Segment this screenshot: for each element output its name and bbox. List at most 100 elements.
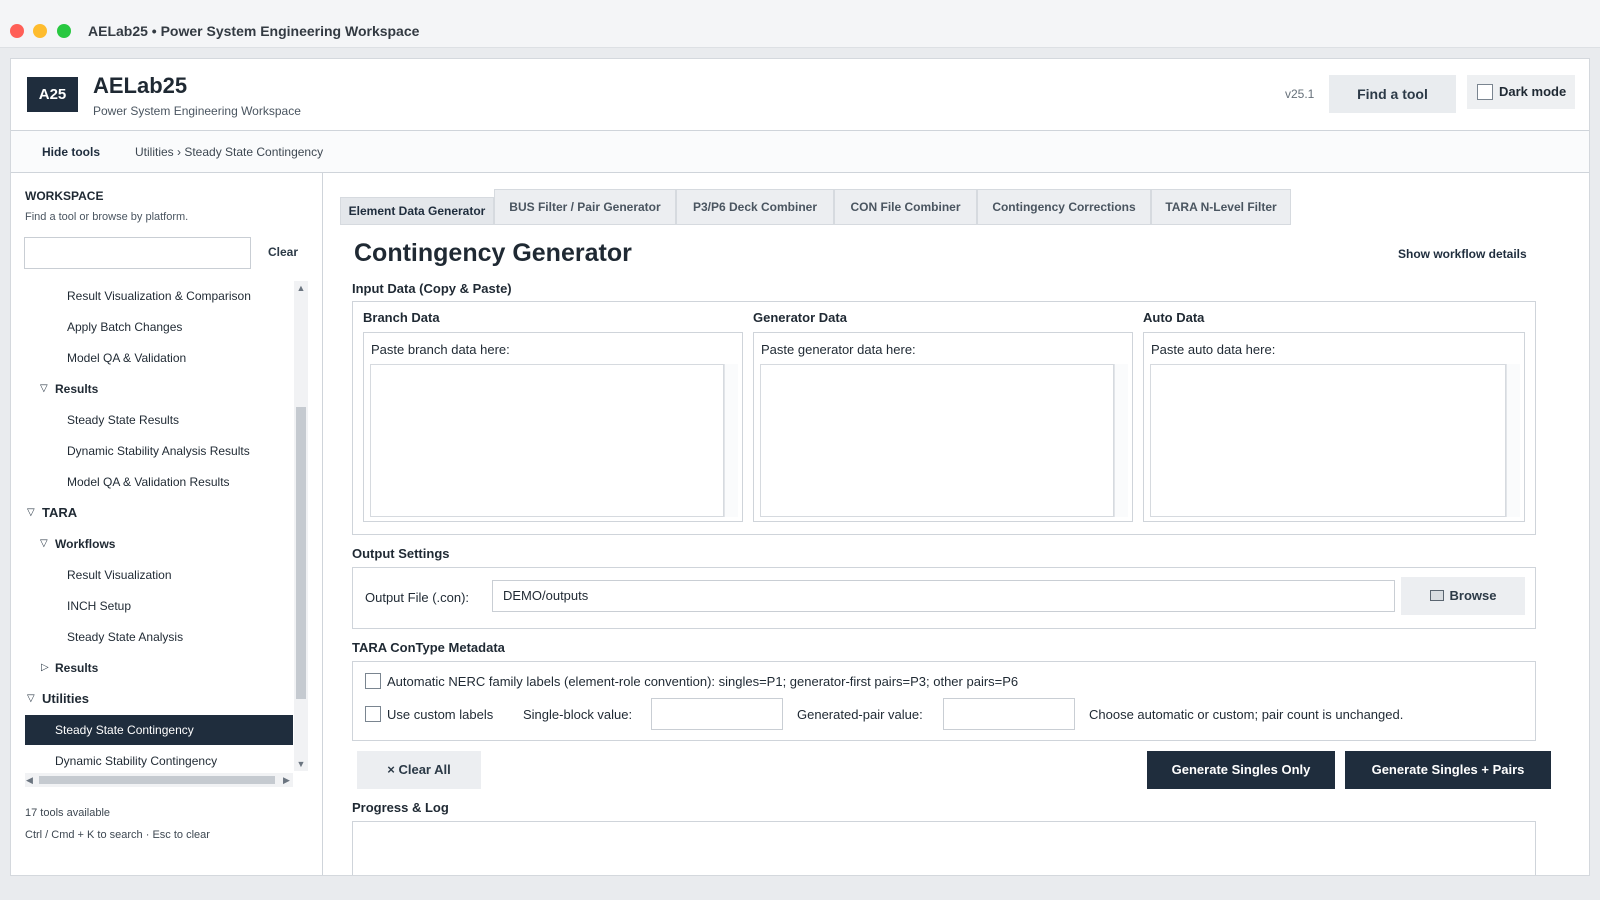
single-block-label: Single-block value: — [523, 707, 633, 722]
generator-data-textarea[interactable] — [760, 364, 1114, 517]
window-titlebar: AELab25 • Power System Engineering Works… — [0, 0, 1600, 48]
progress-log-panel — [352, 821, 1536, 875]
branch-data-textarea[interactable] — [370, 364, 724, 517]
branch-data-box: Paste branch data here: — [363, 332, 743, 522]
sidebar-item-model-qa-validation[interactable]: Model QA & Validation — [25, 343, 293, 373]
sidebar-item-steady-state-results[interactable]: Steady State Results — [25, 405, 293, 435]
tab-con-file-combiner[interactable]: CON File Combiner — [834, 189, 977, 225]
breadcrumb: Utilities › Steady State Contingency — [135, 145, 324, 159]
scroll-right-icon[interactable]: ▶ — [283, 775, 290, 786]
sidebar-item-dynamic-stability-results[interactable]: Dynamic Stability Analysis Results — [25, 436, 293, 466]
dark-mode-label: Dark mode — [1499, 84, 1567, 99]
dark-mode-checkbox[interactable] — [1477, 84, 1493, 100]
app-header: A25 AELab25 Power System Engineering Wor… — [11, 59, 1589, 131]
clear-all-button[interactable]: × Clear All — [357, 751, 481, 789]
maximize-window-button[interactable] — [57, 24, 71, 38]
auto-data-box: Paste auto data here: — [1143, 332, 1525, 522]
browse-button[interactable]: Browse — [1401, 577, 1525, 615]
sidebar-platform-utilities[interactable]: ▽ Utilities — [25, 684, 293, 714]
progress-log-section-label: Progress & Log — [352, 800, 449, 815]
generator-data-box: Paste generator data here: — [753, 332, 1133, 522]
auto-data-scrollbar[interactable] — [1506, 364, 1520, 517]
dark-mode-toggle[interactable]: Dark mode — [1467, 75, 1575, 109]
tool-search-input[interactable] — [24, 237, 251, 269]
chevron-down-icon: ▽ — [27, 693, 35, 704]
sidebar-group-label: Workflows — [55, 537, 116, 551]
sidebar-item-inch-setup[interactable]: INCH Setup — [25, 591, 293, 621]
branch-data-column: Branch Data Paste branch data here: — [363, 302, 743, 528]
minimize-window-button[interactable] — [33, 24, 47, 38]
generator-data-title: Generator Data — [753, 310, 847, 325]
label-mode-hint: Choose automatic or custom; pair count i… — [1089, 707, 1404, 722]
sidebar-item-result-visualization-comparison[interactable]: Result Visualization & Comparison — [25, 281, 293, 311]
app-logo: A25 — [27, 77, 78, 112]
sidebar-item-result-visualization[interactable]: Result Visualization — [25, 560, 293, 590]
app-window: A25 AELab25 Power System Engineering Wor… — [10, 58, 1590, 876]
output-file-input[interactable]: DEMO/outputs — [492, 580, 1395, 612]
show-workflow-details-link[interactable]: Show workflow details — [1398, 247, 1527, 261]
generate-singles-only-button[interactable]: Generate Singles Only — [1147, 751, 1335, 789]
generated-pair-input[interactable] — [943, 698, 1075, 730]
version-label: v25.1 — [1285, 87, 1315, 101]
chevron-down-icon: ▽ — [27, 507, 35, 518]
generator-data-column: Generator Data Paste generator data here… — [753, 302, 1133, 528]
branch-data-scrollbar[interactable] — [724, 364, 738, 517]
browse-label: Browse — [1449, 588, 1497, 603]
workspace-subtitle: Find a tool or browse by platform. — [25, 211, 189, 223]
tab-bus-filter-pair-generator[interactable]: BUS Filter / Pair Generator — [494, 189, 676, 225]
sidebar-group-results[interactable]: ▽ Results — [25, 374, 293, 404]
tab-contingency-corrections[interactable]: Contingency Corrections — [977, 189, 1151, 225]
tools-count: 17 tools available — [25, 807, 111, 819]
auto-labels-checkbox[interactable] — [365, 673, 381, 689]
generator-data-hint: Paste generator data here: — [761, 342, 916, 357]
sidebar-item-dynamic-stability-contingency[interactable]: Dynamic Stability Contingency — [25, 746, 293, 771]
tab-element-data-generator[interactable]: Element Data Generator — [340, 197, 494, 225]
find-tool-button[interactable]: Find a tool — [1329, 75, 1456, 113]
chevron-right-icon: ▷ — [41, 662, 49, 673]
generate-singles-pairs-button[interactable]: Generate Singles + Pairs — [1345, 751, 1551, 789]
auto-labels-text: Automatic NERC family labels (element-ro… — [387, 674, 1019, 689]
sidebar-platform-tara[interactable]: ▽ TARA — [25, 498, 293, 528]
sidebar: WORKSPACE Find a tool or browse by platf… — [11, 173, 323, 875]
output-settings-panel: Output File (.con): DEMO/outputs Browse — [352, 567, 1536, 629]
sidebar-item-steady-state-contingency[interactable]: Steady State Contingency — [25, 715, 293, 745]
tab-p3p6-deck-combiner[interactable]: P3/P6 Deck Combiner — [676, 189, 834, 225]
sidebar-horizontal-scrollbar[interactable]: ◀ ▶ — [25, 773, 293, 787]
single-block-input[interactable] — [651, 698, 783, 730]
auto-data-textarea[interactable] — [1150, 364, 1506, 517]
chevron-down-icon: ▽ — [40, 538, 48, 549]
output-file-label: Output File (.con): — [365, 590, 470, 605]
close-window-button[interactable] — [10, 24, 24, 38]
input-data-section-label: Input Data (Copy & Paste) — [352, 281, 512, 296]
window-title: AELab25 • Power System Engineering Works… — [88, 23, 420, 39]
metadata-panel: Automatic NERC family labels (element-ro… — [352, 661, 1536, 741]
sidebar-item-model-qa-validation-results[interactable]: Model QA & Validation Results — [25, 467, 293, 497]
sidebar-vertical-scrollbar[interactable]: ▲ ▼ — [294, 281, 308, 771]
metadata-section-label: TARA ConType Metadata — [352, 640, 505, 655]
custom-labels-checkbox[interactable] — [365, 706, 381, 722]
keyboard-shortcut-hint: Ctrl / Cmd + K to search · Esc to clear — [25, 829, 210, 841]
sidebar-group-results-collapsed[interactable]: ▷ Results — [25, 653, 293, 683]
auto-data-hint: Paste auto data here: — [1151, 342, 1276, 357]
generated-pair-label: Generated-pair value: — [797, 707, 923, 722]
sidebar-group-workflows[interactable]: ▽ Workflows — [25, 529, 293, 559]
scroll-up-icon[interactable]: ▲ — [296, 283, 306, 293]
auto-data-title: Auto Data — [1143, 310, 1205, 325]
app-name: AELab25 — [93, 73, 188, 98]
generator-data-scrollbar[interactable] — [1114, 364, 1128, 517]
sidebar-item-steady-state-analysis[interactable]: Steady State Analysis — [25, 622, 293, 652]
sidebar-item-apply-batch-changes[interactable]: Apply Batch Changes — [25, 312, 293, 342]
desktop-background — [0, 878, 1600, 900]
sidebar-scroll-thumb[interactable] — [296, 407, 306, 699]
scroll-down-icon[interactable]: ▼ — [296, 759, 306, 769]
sidebar-hscroll-thumb[interactable] — [39, 776, 275, 784]
tab-tara-n-level-filter[interactable]: TARA N-Level Filter — [1151, 189, 1291, 225]
branch-data-title: Branch Data — [363, 310, 440, 325]
search-clear-button[interactable]: Clear — [268, 245, 298, 259]
scroll-left-icon[interactable]: ◀ — [26, 775, 33, 786]
workspace-title: WORKSPACE — [25, 189, 104, 203]
folder-icon — [1429, 590, 1444, 601]
hide-tools-button[interactable]: Hide tools — [42, 145, 100, 159]
auto-data-column: Auto Data Paste auto data here: — [1143, 302, 1525, 528]
page-title: Contingency Generator — [354, 239, 632, 267]
